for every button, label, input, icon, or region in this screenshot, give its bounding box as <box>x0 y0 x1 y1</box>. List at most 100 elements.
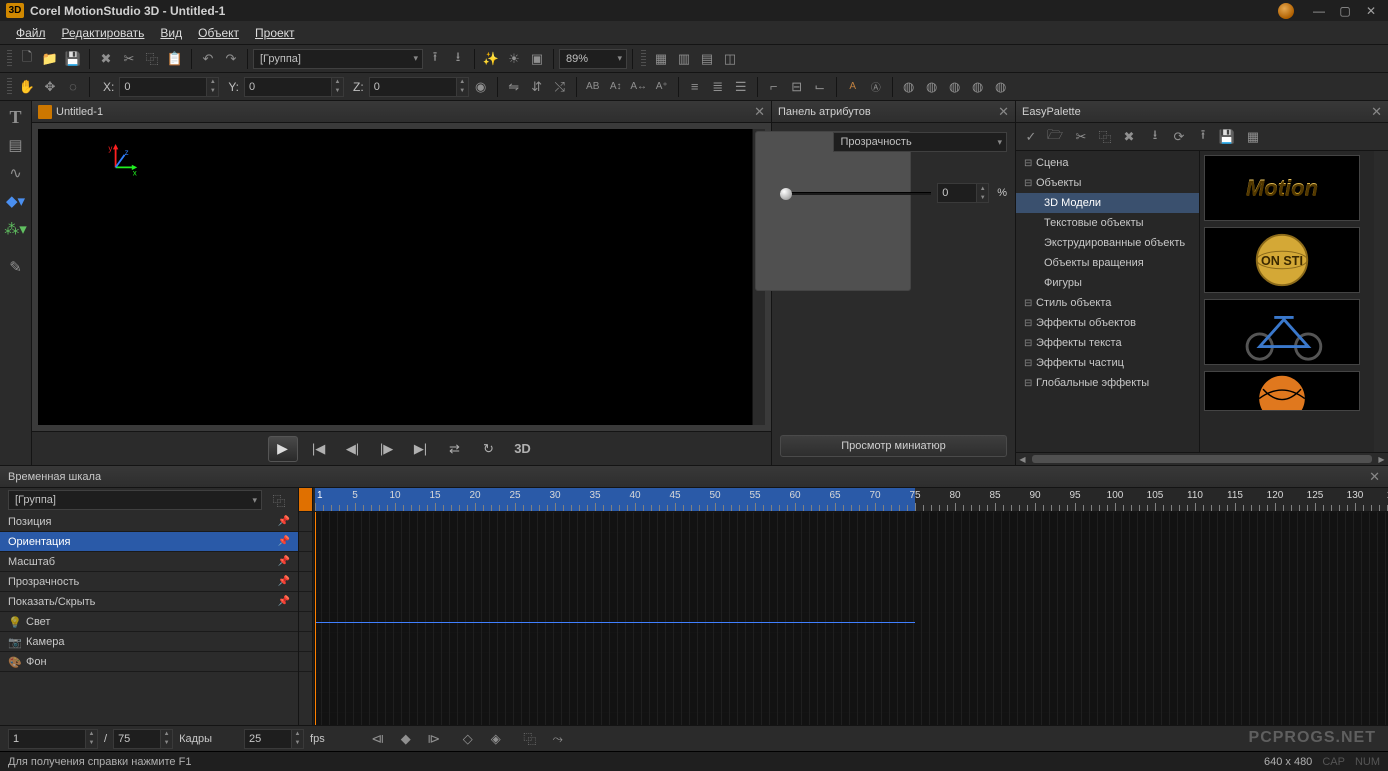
total-frames-input[interactable]: 75▲▼ <box>113 729 173 749</box>
lock-button[interactable]: ◉ <box>470 76 492 98</box>
ep-refresh-button[interactable]: ⟳ <box>1168 126 1190 148</box>
ep-save-button[interactable]: 💾 <box>1216 126 1238 148</box>
pin-icon[interactable]: 📌 <box>278 516 290 527</box>
valign-t-button[interactable]: ⌐ <box>763 76 785 98</box>
align-l-button[interactable]: ≡ <box>684 76 706 98</box>
ep-grid-button[interactable]: ▦ <box>1242 126 1264 148</box>
tree-object-style[interactable]: ⊟Стиль объекта <box>1016 293 1199 313</box>
timeline-copy-button[interactable]: ⿻ <box>268 489 290 511</box>
text-tool-button[interactable]: T <box>4 105 28 129</box>
menu-file[interactable]: Файл <box>8 24 54 42</box>
tree-text-objects[interactable]: Текстовые объекты <box>1016 213 1199 233</box>
thumbnail-3[interactable] <box>1204 299 1360 365</box>
tree-up-button[interactable]: ⭱ <box>424 48 446 70</box>
primitive-tool-button[interactable]: ◆▾ <box>4 189 28 213</box>
cut-button[interactable]: ✂ <box>118 48 140 70</box>
text-b-button[interactable]: A↕ <box>605 76 627 98</box>
attributes-close-button[interactable]: ✕ <box>998 104 1009 120</box>
hand-tool-button[interactable]: ✋ <box>16 76 38 98</box>
path-tool-button[interactable]: ∿ <box>4 161 28 185</box>
tree-rotation-objects[interactable]: Объекты вращения <box>1016 253 1199 273</box>
timeline-grid[interactable] <box>313 512 1388 725</box>
kf-add-button[interactable]: ◆ <box>395 728 417 750</box>
text-a-button[interactable]: AB <box>582 76 604 98</box>
kf-del-button[interactable]: ◇ <box>457 728 479 750</box>
render-3-button[interactable]: ◍ <box>944 76 966 98</box>
repeat-button[interactable]: ↻ <box>476 438 502 460</box>
tree-text-fx[interactable]: ⊟Эффекты текста <box>1016 333 1199 353</box>
style-a-button[interactable]: A <box>842 76 864 98</box>
valign-b-button[interactable]: ⌙ <box>809 76 831 98</box>
fps-input[interactable]: 25▲▼ <box>244 729 304 749</box>
globe-icon[interactable] <box>1278 3 1294 19</box>
loop-button[interactable]: ⇄ <box>442 438 468 460</box>
ep-delete-button[interactable]: ✖ <box>1118 126 1140 148</box>
sun-button[interactable]: ☀ <box>503 48 525 70</box>
track-scale[interactable]: Масштаб📌 <box>0 552 298 572</box>
edit-tool-button[interactable]: ✎ <box>4 255 28 279</box>
preview-thumbnails-button[interactable]: Просмотр миниатюр <box>780 435 1007 457</box>
delete-button[interactable]: ✖ <box>95 48 117 70</box>
tree-down-button[interactable]: ⭳ <box>447 48 469 70</box>
easypalette-hscroll[interactable]: ◀ ▶ <box>1016 452 1388 465</box>
ep-folder-button[interactable]: 🗁 <box>1044 126 1066 148</box>
thumbnail-4[interactable] <box>1204 371 1360 411</box>
easypalette-close-button[interactable]: ✕ <box>1371 104 1382 120</box>
render-2-button[interactable]: ◍ <box>921 76 943 98</box>
prev-frame-button[interactable]: ◀| <box>340 438 366 460</box>
align-r-button[interactable]: ☰ <box>730 76 752 98</box>
tree-particle-fx[interactable]: ⊟Эффекты частиц <box>1016 353 1199 373</box>
render-4-button[interactable]: ◍ <box>967 76 989 98</box>
track-orientation[interactable]: Ориентация📌 <box>0 532 298 552</box>
next-frame-button[interactable]: |▶ <box>374 438 400 460</box>
tree-extruded[interactable]: Экструдированные объекть <box>1016 233 1199 253</box>
select-tool-button[interactable]: ◌ <box>62 76 84 98</box>
kf-del-all-button[interactable]: ◈ <box>485 728 507 750</box>
new-button[interactable]: 🗋 <box>16 48 38 70</box>
thumbnail-1[interactable]: Motion <box>1204 155 1360 221</box>
render-1-button[interactable]: ◍ <box>898 76 920 98</box>
layers-tool-button[interactable]: ▤ <box>4 133 28 157</box>
ep-check-button[interactable]: ✓ <box>1020 126 1042 148</box>
3d-mode-button[interactable]: 3D <box>510 438 536 460</box>
panel-toggle-4[interactable]: ◫ <box>719 48 741 70</box>
zoom-dropdown[interactable]: 89% <box>559 49 627 69</box>
tree-shapes[interactable]: Фигуры <box>1016 273 1199 293</box>
goto-start-button[interactable]: |◀ <box>306 438 332 460</box>
goto-end-button[interactable]: ▶| <box>408 438 434 460</box>
render-5-button[interactable]: ◍ <box>990 76 1012 98</box>
pin-icon[interactable]: 📌 <box>278 576 290 587</box>
save-button[interactable]: 💾 <box>62 48 84 70</box>
play-button[interactable]: ▶ <box>268 436 298 462</box>
z-input[interactable]: 0▲▼ <box>369 77 469 97</box>
pin-icon[interactable]: 📌 <box>278 536 290 547</box>
x-input[interactable]: 0▲▼ <box>119 77 219 97</box>
thumbnail-2[interactable]: ON STI <box>1204 227 1360 293</box>
ep-cut-button[interactable]: ✂ <box>1070 126 1092 148</box>
text-c-button[interactable]: A↔ <box>628 76 650 98</box>
track-opacity[interactable]: Прозрачность📌 <box>0 572 298 592</box>
tree-scene[interactable]: ⊟Сцена <box>1016 153 1199 173</box>
timeline-ruler[interactable]: 5101520253035404550556065707580859095100… <box>313 488 1388 512</box>
open-button[interactable]: 📁 <box>39 48 61 70</box>
text-d-button[interactable]: A⁺ <box>651 76 673 98</box>
menu-object[interactable]: Объект <box>190 24 247 42</box>
opacity-input[interactable]: 0▲▼ <box>937 183 989 203</box>
viewport-3d[interactable]: y x z <box>38 129 752 425</box>
track-camera[interactable]: 📷Камера <box>0 632 298 652</box>
menu-project[interactable]: Проект <box>247 24 303 42</box>
mirror-h-button[interactable]: ⇋ <box>503 76 525 98</box>
tree-objects[interactable]: ⊟Объекты <box>1016 173 1199 193</box>
y-input[interactable]: 0▲▼ <box>244 77 344 97</box>
tree-3d-models[interactable]: 3D Модели <box>1016 193 1199 213</box>
track-background[interactable]: 🎨Фон <box>0 652 298 672</box>
kf-graph-button[interactable]: ⤳ <box>547 728 569 750</box>
mirror-v-button[interactable]: ⇵ <box>526 76 548 98</box>
valign-m-button[interactable]: ⊟ <box>786 76 808 98</box>
group-dropdown[interactable]: [Группа] <box>253 49 423 69</box>
playhead[interactable] <box>315 512 316 725</box>
track-position[interactable]: Позиция📌 <box>0 512 298 532</box>
opacity-slider[interactable] <box>780 192 931 195</box>
wand-button[interactable]: ✨ <box>480 48 502 70</box>
redo-button[interactable]: ↷ <box>220 48 242 70</box>
